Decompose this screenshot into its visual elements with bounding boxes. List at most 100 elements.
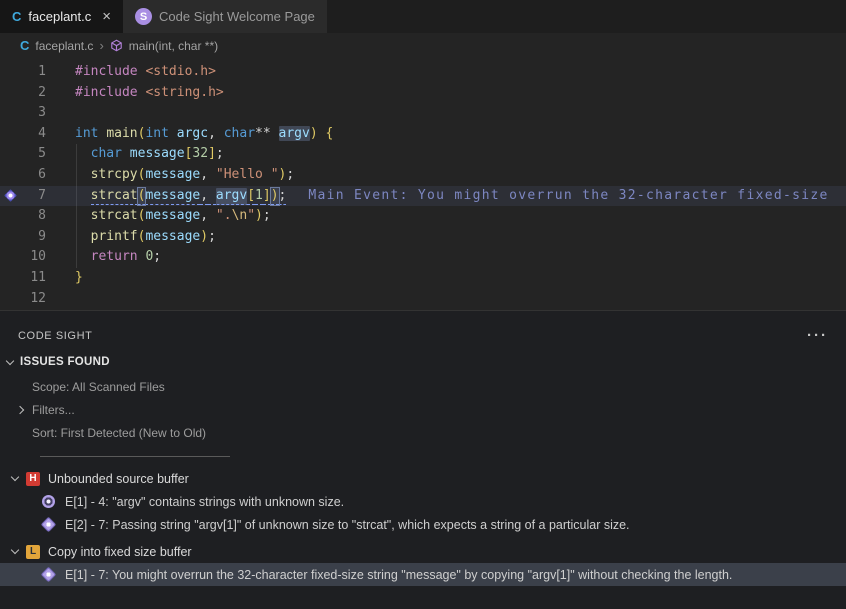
gutter [0,186,20,207]
code-token: strcat [91,208,138,223]
close-icon[interactable]: × [102,9,111,24]
code-token: message [145,188,200,205]
code-line[interactable]: 7 strcat(message, argv[1]);Main Event: Y… [0,186,846,207]
issue-row[interactable]: E[1] - 7: You might overrun the 32-chara… [0,563,846,586]
code-token: printf [91,229,138,244]
code-token: message [130,146,185,161]
gutter [0,165,20,186]
line-number: 10 [20,247,46,268]
code-token: argc [177,126,208,141]
code-token: ; [263,208,271,223]
code-text: char message[32]; [46,144,224,165]
code-token [122,146,130,161]
code-token: #include [75,64,138,79]
code-token: , [200,167,208,182]
tab-inactive[interactable]: SCode Sight Welcome Page [123,0,328,33]
code-token: , [200,188,208,205]
issue-group-header[interactable]: HUnbounded source buffer [0,467,846,490]
breadcrumb-file[interactable]: faceplant.c [35,39,93,53]
code-token: " [247,208,255,223]
panel-control[interactable]: Sort: First Detected (New to Old) [0,421,846,444]
code-token: ** [255,126,271,141]
breadcrumb: C faceplant.c › main(int, char **) [0,33,846,58]
issue-marker-icon[interactable] [4,189,17,202]
code-token: ) [255,208,263,223]
chevron-right-icon [16,405,24,413]
code-line[interactable]: 9 printf(message); [0,227,846,248]
code-token: ; [208,229,216,244]
code-token: int [75,126,98,141]
code-token [75,249,91,264]
line-number: 9 [20,227,46,248]
code-token: message [145,229,200,244]
code-text [46,289,75,310]
code-line[interactable]: 1#include <stdio.h> [0,62,846,83]
code-line[interactable]: 8 strcat(message, ".\n"); [0,206,846,227]
code-editor[interactable]: 1#include <stdio.h>2#include <string.h>3… [0,58,846,310]
code-token: 1 [255,188,263,205]
code-token: "Hello " [216,167,279,182]
gutter [0,144,20,165]
line-number: 6 [20,165,46,186]
diamond-issue-icon [42,518,55,531]
code-line[interactable]: 11} [0,268,846,289]
code-token: strcat [91,188,138,205]
code-line[interactable]: 4int main(int argc, char** argv) { [0,124,846,145]
code-token: <stdio.h> [145,64,215,79]
chevron-down-icon [11,473,19,481]
code-text: strcat(message, ".\n"); [46,206,271,227]
panel-control[interactable]: Scope: All Scanned Files [0,375,846,398]
code-token: 32 [192,146,208,161]
panel-control[interactable]: Filters... [0,398,846,421]
code-text: printf(message); [46,227,216,248]
issue-text: E[1] - 7: You might overrun the 32-chara… [65,568,732,582]
code-token: \n [232,208,248,223]
code-token: strcpy [91,167,138,182]
code-line[interactable]: 12 [0,289,846,310]
panel-controls: Scope: All Scanned Files Filters... Sort: … [0,375,846,444]
line-number: 1 [20,62,46,83]
panel-header: CODE SIGHT ··· [0,323,846,349]
issues-found-section[interactable]: ISSUES FOUND [0,349,846,375]
code-token: } [75,270,83,285]
code-token: argv [216,188,247,205]
code-token: { [326,126,334,141]
line-number: 3 [20,103,46,124]
tab-label: faceplant.c [28,9,91,24]
code-line[interactable]: 6 strcpy(message, "Hello "); [0,165,846,186]
target-circle-issue-icon [42,495,55,508]
control-label: Filters... [32,403,75,417]
control-label: Sort: First Detected (New to Old) [32,426,206,440]
code-text: strcpy(message, "Hello "); [46,165,294,186]
code-line[interactable]: 2#include <string.h> [0,83,846,104]
issue-text: E[1] - 4: "argv" contains strings with u… [65,495,344,509]
more-actions-icon[interactable]: ··· [807,332,828,340]
code-token: ; [286,167,294,182]
issue-row[interactable]: E[1] - 4: "argv" contains strings with u… [0,490,846,513]
line-number: 8 [20,206,46,227]
code-line[interactable]: 3 [0,103,846,124]
code-token: int [145,126,168,141]
code-token [75,146,91,161]
gutter [0,83,20,104]
issue-group-header[interactable]: LCopy into fixed size buffer [0,540,846,563]
code-token: ) [200,229,208,244]
tab-active[interactable]: Cfaceplant.c× [0,0,123,33]
code-text: #include <stdio.h> [46,62,216,83]
issue-row[interactable]: E[2] - 7: Passing string "argv[1]" of un… [0,513,846,536]
code-token: ; [279,188,287,205]
code-line[interactable]: 10 return 0; [0,247,846,268]
tab-bar: Cfaceplant.c×SCode Sight Welcome Page [0,0,846,33]
code-text: #include <string.h> [46,83,224,104]
code-token [75,208,91,223]
breadcrumb-symbol[interactable]: main(int, char **) [129,39,218,53]
code-token [208,188,216,205]
codesight-icon: S [135,8,152,25]
code-token: ) [310,126,318,141]
code-token: ". [216,208,232,223]
code-line[interactable]: 5 char message[32]; [0,144,846,165]
code-token [75,229,91,244]
severity-badge: L [26,545,40,559]
gutter [0,289,20,310]
code-text: return 0; [46,247,161,268]
